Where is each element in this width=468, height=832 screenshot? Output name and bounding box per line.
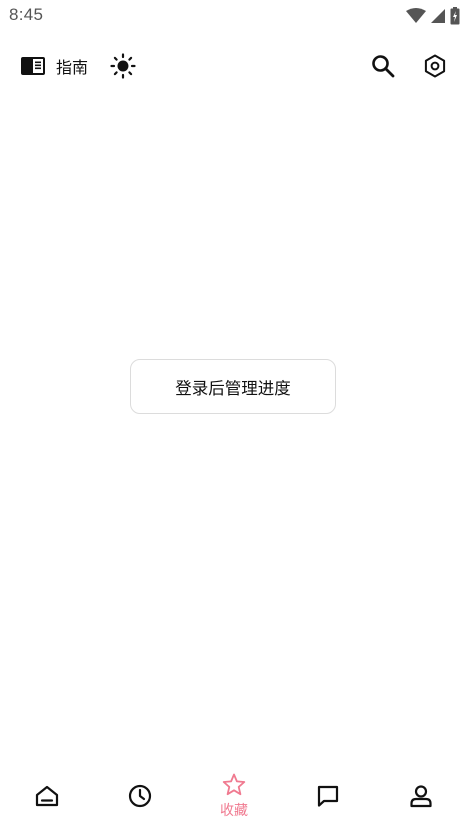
signal-icon bbox=[430, 8, 446, 24]
search-icon bbox=[370, 53, 396, 79]
guide-label: 指南 bbox=[56, 58, 89, 77]
nav-home[interactable] bbox=[0, 766, 94, 826]
wifi-icon bbox=[406, 8, 426, 24]
nav-favorites[interactable]: 收藏 bbox=[187, 766, 281, 826]
nav-favorites-label: 收藏 bbox=[219, 803, 248, 819]
login-to-manage-progress-button[interactable]: 登录后管理进度 bbox=[130, 359, 336, 414]
nav-messages[interactable] bbox=[281, 766, 375, 826]
home-icon bbox=[34, 783, 60, 809]
chat-icon bbox=[315, 783, 341, 809]
clock-icon bbox=[127, 783, 153, 809]
guide-button[interactable]: 指南 bbox=[20, 52, 88, 80]
status-icons bbox=[406, 6, 460, 26]
sun-icon bbox=[110, 53, 136, 79]
login-prompt-label: 登录后管理进度 bbox=[175, 378, 291, 398]
theme-toggle-button[interactable] bbox=[110, 53, 136, 79]
top-app-bar: 指南 bbox=[0, 44, 468, 88]
status-time: 8:45 bbox=[9, 5, 44, 24]
person-icon bbox=[408, 783, 434, 809]
star-icon bbox=[221, 772, 247, 798]
nav-profile[interactable] bbox=[374, 766, 468, 826]
status-bar: 8:45 bbox=[0, 0, 468, 32]
settings-hexagon-icon bbox=[422, 53, 448, 79]
settings-button[interactable] bbox=[422, 53, 448, 79]
book-icon bbox=[20, 55, 46, 77]
bottom-navigation: 收藏 bbox=[0, 766, 468, 832]
nav-history[interactable] bbox=[94, 766, 188, 826]
search-button[interactable] bbox=[370, 53, 396, 79]
battery-icon bbox=[450, 7, 460, 25]
